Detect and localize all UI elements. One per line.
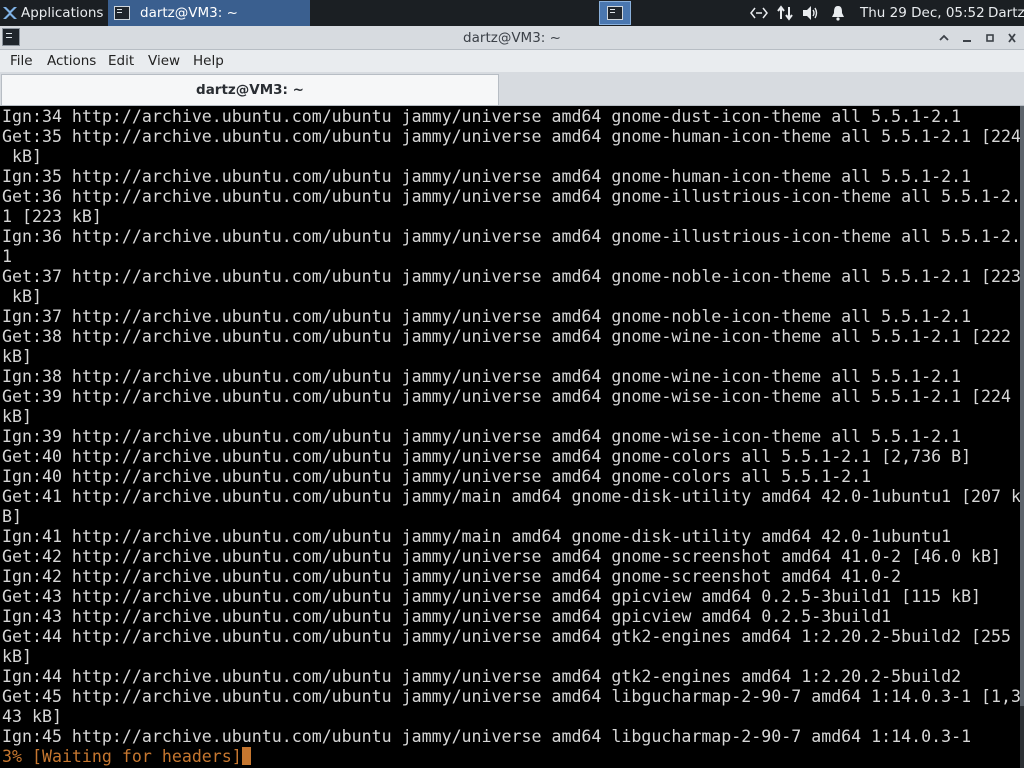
- terminal-line: Ign:45 http://archive.ubuntu.com/ubuntu …: [2, 727, 972, 746]
- terminal-line: kB]: [2, 347, 32, 366]
- terminal-line: Get:38 http://archive.ubuntu.com/ubuntu …: [2, 327, 1012, 346]
- menu-actions[interactable]: Actions: [47, 50, 96, 72]
- apt-progress-status: 3% [Waiting for headers]: [2, 747, 242, 766]
- terminal-line: Ign:39 http://archive.ubuntu.com/ubuntu …: [2, 427, 962, 446]
- clock[interactable]: Thu 29 Dec, 05:52: [860, 0, 985, 26]
- terminal-line: 1: [2, 247, 12, 266]
- terminal-icon: [114, 6, 130, 20]
- notification-bell-icon[interactable]: [830, 0, 846, 26]
- workspace-switcher[interactable]: [599, 1, 631, 25]
- chevron-up-icon: [939, 34, 949, 41]
- maximize-icon: [986, 34, 994, 42]
- window-titlebar[interactable]: dartz@VM3: ~: [0, 26, 1024, 50]
- terminal-line: Ign:40 http://archive.ubuntu.com/ubuntu …: [2, 467, 872, 486]
- terminal-line: Get:36 http://archive.ubuntu.com/ubuntu …: [2, 187, 1020, 206]
- updates-icon[interactable]: [776, 0, 794, 26]
- terminal-line: Get:42 http://archive.ubuntu.com/ubuntu …: [2, 547, 1002, 566]
- terminal-icon: [607, 6, 623, 20]
- network-icon[interactable]: [750, 0, 768, 26]
- tab-terminal[interactable]: dartz@VM3: ~: [1, 74, 499, 105]
- tab-bar: dartz@VM3: ~: [0, 72, 1024, 106]
- volume-icon[interactable]: [802, 0, 820, 26]
- terminal-line: Get:41 http://archive.ubuntu.com/ubuntu …: [2, 487, 1020, 506]
- minimize-button[interactable]: [957, 28, 977, 48]
- terminal-line: Get:39 http://archive.ubuntu.com/ubuntu …: [2, 387, 1012, 406]
- terminal-line: Get:35 http://archive.ubuntu.com/ubuntu …: [2, 127, 1020, 146]
- shade-button[interactable]: [934, 28, 954, 48]
- terminal-cursor: [241, 747, 251, 765]
- menu-edit[interactable]: Edit: [108, 50, 134, 72]
- xfce-logo-icon: [3, 7, 17, 19]
- menu-bar: File Actions Edit View Help: [0, 50, 1024, 72]
- terminal-line: B]: [2, 507, 22, 526]
- terminal-line: Ign:35 http://archive.ubuntu.com/ubuntu …: [2, 167, 972, 186]
- terminal-line: Get:44 http://archive.ubuntu.com/ubuntu …: [2, 627, 1012, 646]
- close-button[interactable]: [1002, 28, 1022, 48]
- window-title: dartz@VM3: ~: [463, 30, 561, 46]
- terminal-line: Ign:42 http://archive.ubuntu.com/ubuntu …: [2, 567, 902, 586]
- menu-view[interactable]: View: [148, 50, 180, 72]
- taskbar-window-button[interactable]: dartz@VM3: ~: [108, 0, 310, 26]
- menu-file[interactable]: File: [10, 50, 33, 72]
- terminal-line: kB]: [2, 147, 42, 166]
- terminal-line: Get:43 http://archive.ubuntu.com/ubuntu …: [2, 587, 982, 606]
- terminal-line: 1 [223 kB]: [2, 207, 102, 226]
- applications-label: Applications: [21, 5, 104, 21]
- terminal-line: kB]: [2, 647, 32, 666]
- terminal-output[interactable]: Ign:34 http://archive.ubuntu.com/ubuntu …: [0, 106, 1020, 768]
- applications-menu-button[interactable]: Applications: [0, 0, 108, 26]
- terminal-line: Get:45 http://archive.ubuntu.com/ubuntu …: [2, 687, 1020, 706]
- terminal-line: Ign:43 http://archive.ubuntu.com/ubuntu …: [2, 607, 892, 626]
- terminal-line: Ign:34 http://archive.ubuntu.com/ubuntu …: [2, 107, 962, 126]
- top-panel: Applications dartz@VM3: ~ Thu 29 Dec, 05…: [0, 0, 1024, 26]
- close-icon: [1008, 33, 1016, 43]
- terminal-status-line: 3% [Waiting for headers]: [0, 747, 1020, 767]
- scrollbar-thumb[interactable]: [1020, 106, 1024, 706]
- terminal-line: Ign:41 http://archive.ubuntu.com/ubuntu …: [2, 527, 952, 546]
- terminal-line: kB]: [2, 407, 32, 426]
- maximize-button[interactable]: [980, 28, 1000, 48]
- user-menu[interactable]: Dartz: [988, 0, 1024, 26]
- terminal-line: kB]: [2, 287, 42, 306]
- terminal-line: Ign:37 http://archive.ubuntu.com/ubuntu …: [2, 307, 972, 326]
- terminal-line: Get:40 http://archive.ubuntu.com/ubuntu …: [2, 447, 972, 466]
- minimize-icon: [963, 40, 971, 42]
- taskbar-window-label: dartz@VM3: ~: [140, 5, 238, 21]
- terminal-line: Get:37 http://archive.ubuntu.com/ubuntu …: [2, 267, 1020, 286]
- menu-help[interactable]: Help: [193, 50, 224, 72]
- terminal-scrollbar[interactable]: [1020, 106, 1024, 768]
- terminal-line: Ign:36 http://archive.ubuntu.com/ubuntu …: [2, 227, 1020, 246]
- terminal-line: Ign:44 http://archive.ubuntu.com/ubuntu …: [2, 667, 962, 686]
- terminal-line: Ign:38 http://archive.ubuntu.com/ubuntu …: [2, 367, 962, 386]
- terminal-line: 43 kB]: [2, 707, 62, 726]
